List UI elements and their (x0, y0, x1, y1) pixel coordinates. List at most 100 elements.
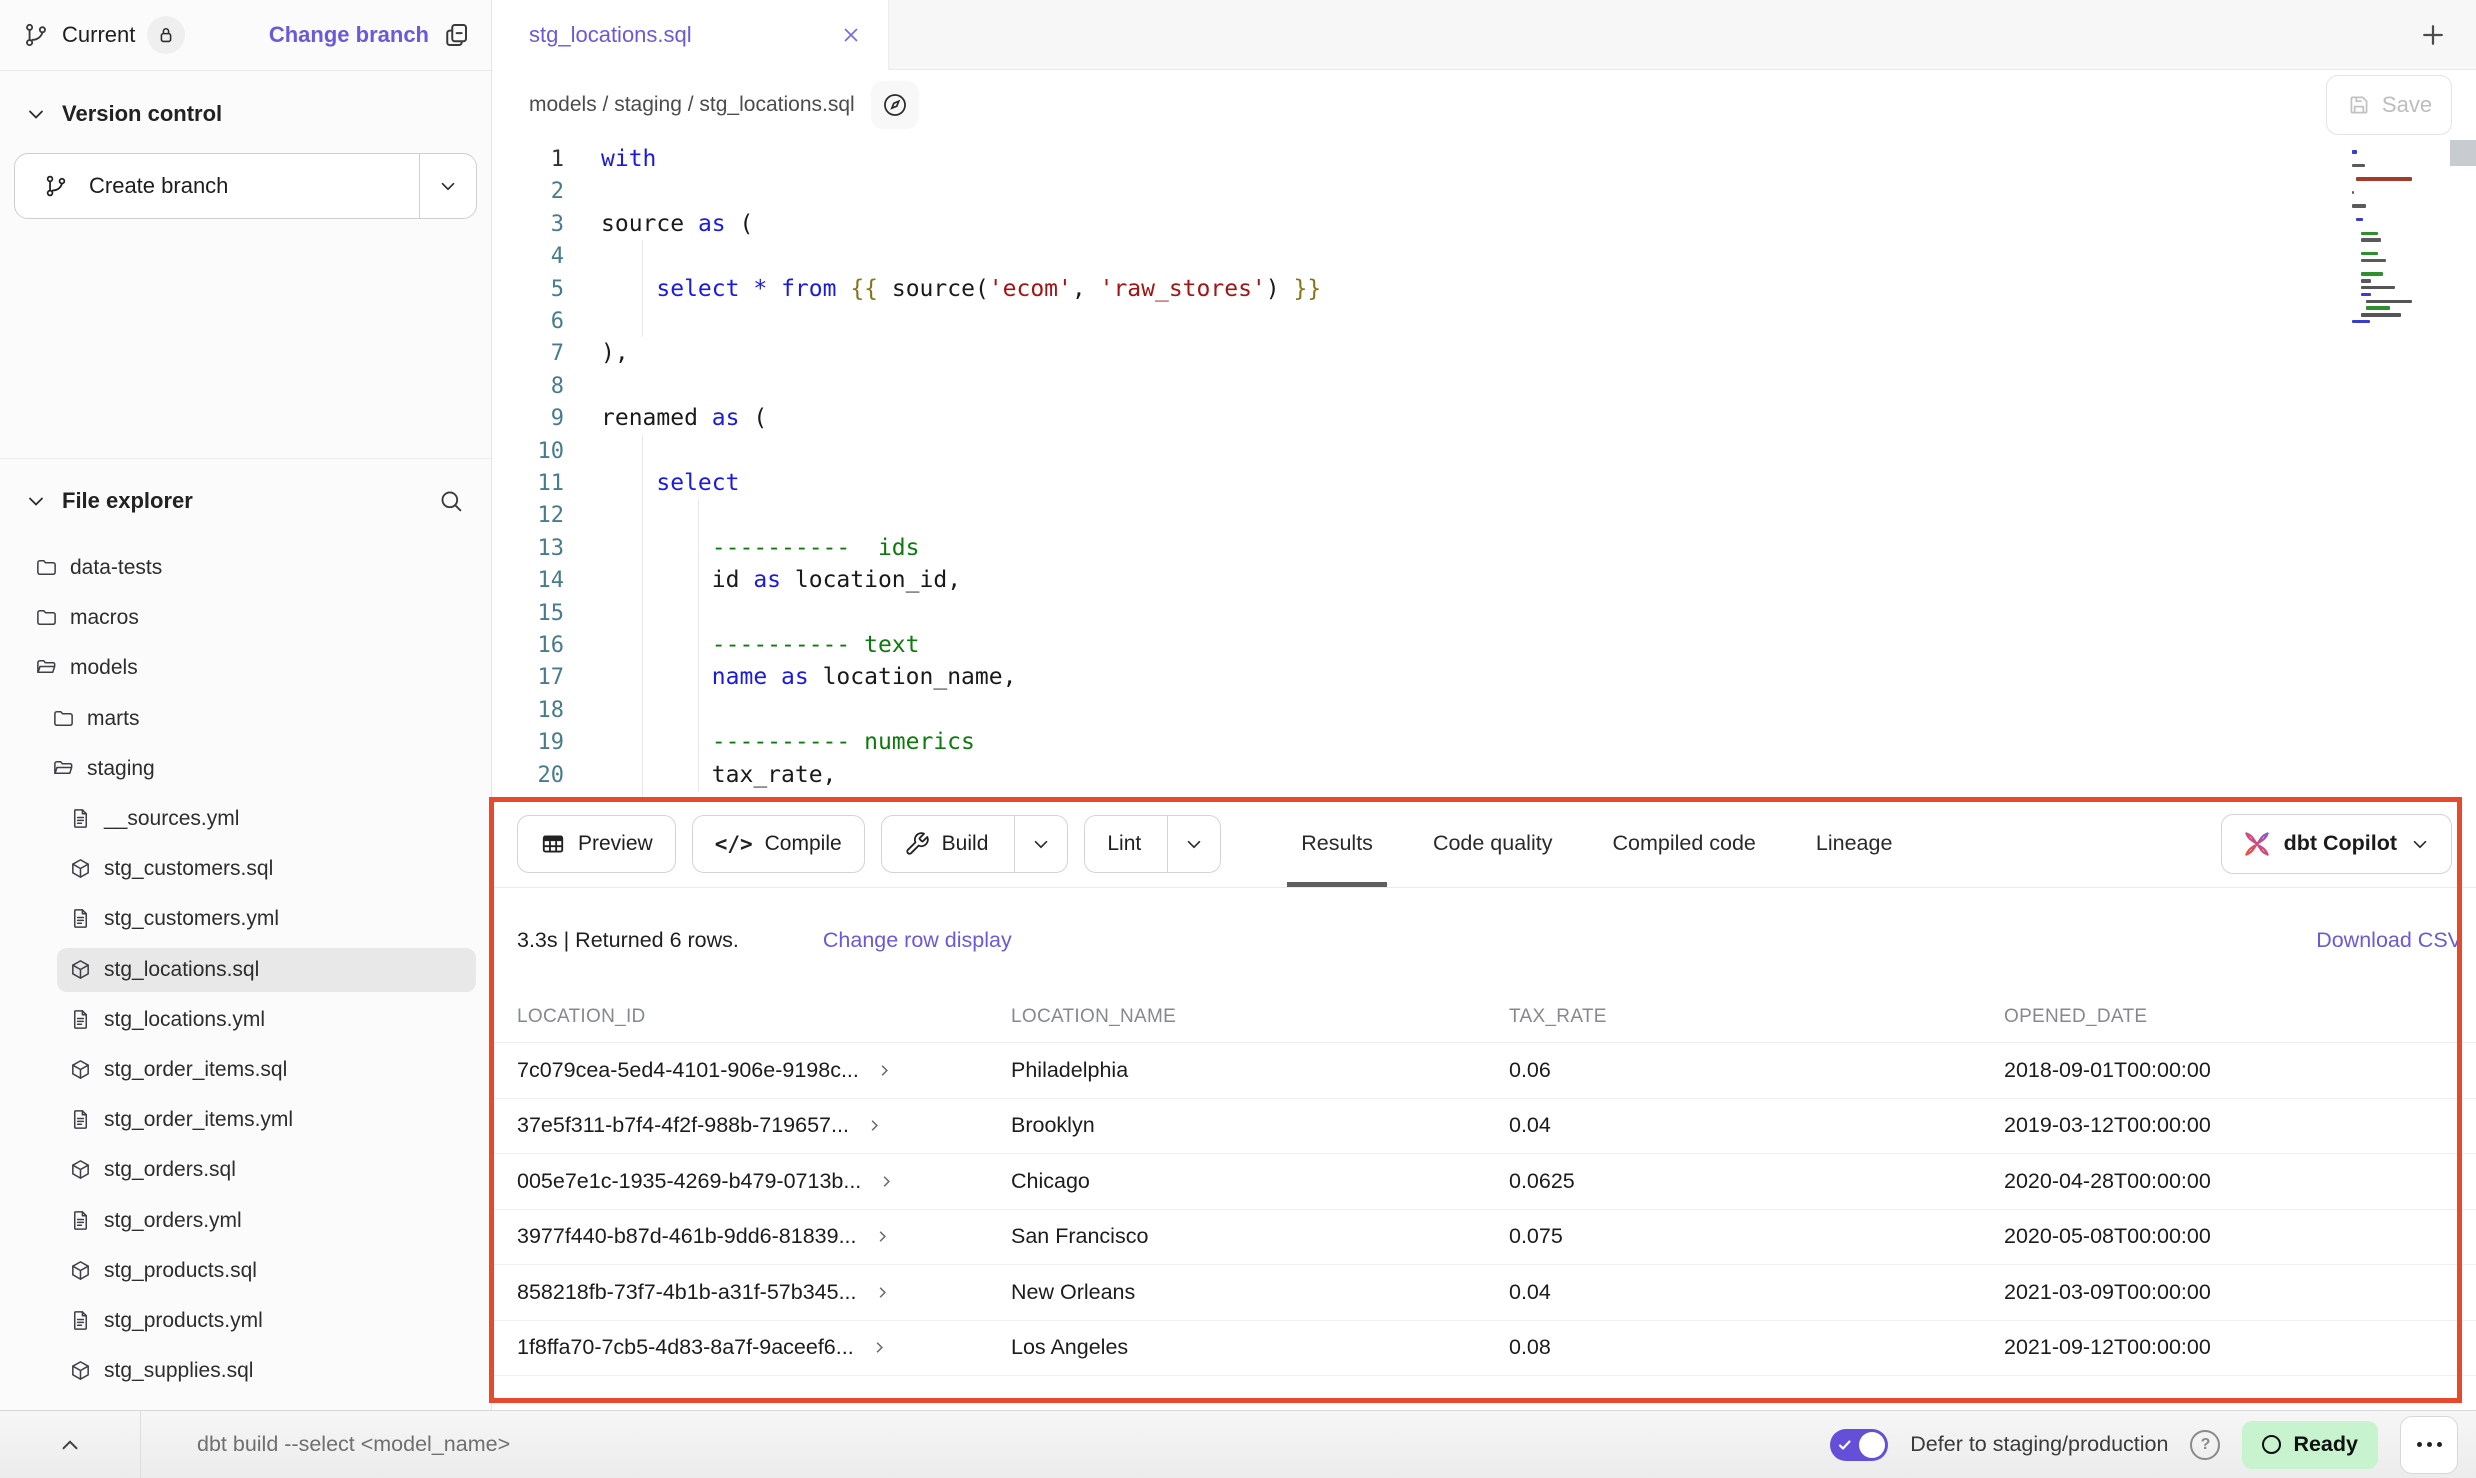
dbt-copilot-button[interactable]: dbt Copilot (2221, 814, 2452, 874)
model-cube-icon (69, 958, 93, 982)
minimap-slider[interactable] (2450, 140, 2476, 166)
change-row-display-link[interactable]: Change row display (823, 928, 1012, 953)
download-csv-link[interactable]: Download CSV (2316, 928, 2462, 953)
panel-toolbar: Preview </> Compile Build Lint Results C… (493, 800, 2476, 888)
code-text: source as ( (601, 208, 753, 241)
col-location-name: LOCATION_NAME (1011, 1006, 1509, 1028)
build-button[interactable]: Build (881, 815, 1069, 873)
code-line[interactable]: 19 ---------- numerics (493, 726, 2476, 759)
opened-date-value: 2018-09-01T00:00:00 (2004, 1058, 2476, 1083)
file-explorer-header[interactable]: File explorer (0, 459, 491, 515)
line-number: 17 (493, 661, 601, 694)
location-name-value: Los Angeles (1011, 1335, 1509, 1360)
code-line[interactable]: 15 (493, 597, 2476, 630)
tab-compiled-code[interactable]: Compiled code (1582, 800, 1785, 887)
check-icon (1837, 1437, 1853, 1453)
result-row: 7c079cea-5ed4-4101-906e-9198c...Philadel… (493, 1043, 2476, 1099)
lint-dropdown[interactable] (1167, 816, 1220, 872)
collapse-panel-button[interactable] (0, 1411, 141, 1478)
result-row: 005e7e1c-1935-4269-b479-0713b...Chicago0… (493, 1154, 2476, 1210)
toggle-knob (1859, 1432, 1885, 1458)
file-item-label: models (70, 656, 138, 680)
code-line[interactable]: 1with (493, 143, 2476, 176)
code-line[interactable]: 4 (493, 240, 2476, 273)
code-line[interactable]: 6 (493, 305, 2476, 338)
file-item-stg-products-yml[interactable]: stg_products.yml (0, 1296, 491, 1346)
file-item-stg-orders-sql[interactable]: stg_orders.sql (0, 1145, 491, 1195)
save-button[interactable]: Save (2326, 75, 2452, 135)
code-line[interactable]: 5 select * from {{ source('ecom', 'raw_s… (493, 273, 2476, 306)
code-line[interactable]: 9renamed as ( (493, 402, 2476, 435)
tab-stg-locations-sql[interactable]: stg_locations.sql (493, 0, 889, 70)
version-control-header[interactable]: Version control (0, 71, 491, 127)
tax-rate-value: 0.075 (1509, 1224, 2004, 1249)
code-line[interactable]: 17 name as location_name, (493, 661, 2476, 694)
code-line[interactable]: 13 ---------- ids (493, 532, 2476, 565)
line-number: 7 (493, 337, 601, 370)
close-tab-icon[interactable] (840, 24, 862, 46)
file-item-data-tests[interactable]: data-tests (0, 543, 491, 593)
code-line[interactable]: 8 (493, 370, 2476, 403)
expand-row-icon[interactable] (873, 1227, 892, 1246)
code-line[interactable]: 18 (493, 694, 2476, 727)
code-text: ---------- text (601, 629, 920, 662)
expand-row-icon[interactable] (873, 1283, 892, 1302)
code-line[interactable]: 11 select (493, 467, 2476, 500)
code-line[interactable]: 14 id as location_id, (493, 564, 2476, 597)
build-dropdown[interactable] (1014, 816, 1067, 872)
line-number: 8 (493, 370, 601, 403)
minimap[interactable] (2352, 150, 2448, 327)
expand-row-icon[interactable] (877, 1172, 896, 1191)
expand-row-icon[interactable] (870, 1338, 889, 1357)
file-item-label: stg_locations.yml (104, 1008, 265, 1032)
tab-bar: stg_locations.sql (493, 0, 2476, 70)
help-icon[interactable]: ? (2190, 1430, 2220, 1460)
file-item-label: stg_customers.yml (104, 907, 279, 931)
file-item-stg-supplies-sql[interactable]: stg_supplies.sql (0, 1346, 491, 1396)
tab-code-quality[interactable]: Code quality (1403, 800, 1583, 887)
tab-bar-rest (889, 0, 2476, 70)
code-line[interactable]: 3source as ( (493, 208, 2476, 241)
compile-button[interactable]: </> Compile (692, 815, 865, 873)
file-item-stg-customers-yml[interactable]: stg_customers.yml (0, 894, 491, 944)
file-item-stg-locations-sql[interactable]: stg_locations.sql (0, 945, 491, 995)
change-branch-link[interactable]: Change branch (269, 22, 429, 48)
more-options-button[interactable] (2400, 1416, 2458, 1474)
preview-button[interactable]: Preview (517, 815, 676, 873)
code-text: select (601, 467, 739, 500)
copy-icon[interactable] (441, 20, 471, 50)
expand-row-icon[interactable] (875, 1061, 894, 1080)
navigate-button[interactable] (871, 81, 919, 129)
tab-results[interactable]: Results (1271, 800, 1403, 887)
file-item-stg-products-sql[interactable]: stg_products.sql (0, 1246, 491, 1296)
file-item-marts[interactable]: marts (0, 694, 491, 744)
tax-rate-value: 0.04 (1509, 1113, 2004, 1138)
code-line[interactable]: 12 (493, 499, 2476, 532)
file-item-staging[interactable]: staging (0, 744, 491, 794)
create-branch-dropdown[interactable] (419, 154, 476, 218)
search-icon[interactable] (437, 487, 465, 515)
file-item--sources-yml[interactable]: __sources.yml (0, 794, 491, 844)
code-line[interactable]: 7), (493, 337, 2476, 370)
code-line[interactable]: 10 (493, 435, 2476, 468)
file-item-stg-order-items-yml[interactable]: stg_order_items.yml (0, 1095, 491, 1145)
tab-lineage[interactable]: Lineage (1786, 800, 1923, 887)
code-line[interactable]: 2 (493, 175, 2476, 208)
file-item-macros[interactable]: macros (0, 593, 491, 643)
code-editor[interactable]: 1with23source as (45 select * from {{ so… (493, 140, 2476, 800)
code-line[interactable]: 20 tax_rate, (493, 759, 2476, 792)
code-line[interactable]: 16 ---------- text (493, 629, 2476, 662)
line-number: 18 (493, 694, 601, 727)
file-item-stg-orders-yml[interactable]: stg_orders.yml (0, 1195, 491, 1245)
file-item-stg-customers-sql[interactable]: stg_customers.sql (0, 844, 491, 894)
file-item-label: stg_supplies.sql (104, 1359, 253, 1383)
lint-button[interactable]: Lint (1084, 815, 1221, 873)
file-item-stg-order-items-sql[interactable]: stg_order_items.sql (0, 1045, 491, 1095)
expand-row-icon[interactable] (865, 1116, 884, 1135)
file-item-stg-locations-yml[interactable]: stg_locations.yml (0, 995, 491, 1045)
file-item-models[interactable]: models (0, 643, 491, 693)
create-branch-button[interactable]: Create branch (14, 153, 477, 219)
defer-toggle[interactable] (1830, 1429, 1888, 1461)
new-tab-button[interactable] (2390, 20, 2476, 50)
command-input[interactable]: dbt build --select <model_name> (141, 1432, 1830, 1457)
